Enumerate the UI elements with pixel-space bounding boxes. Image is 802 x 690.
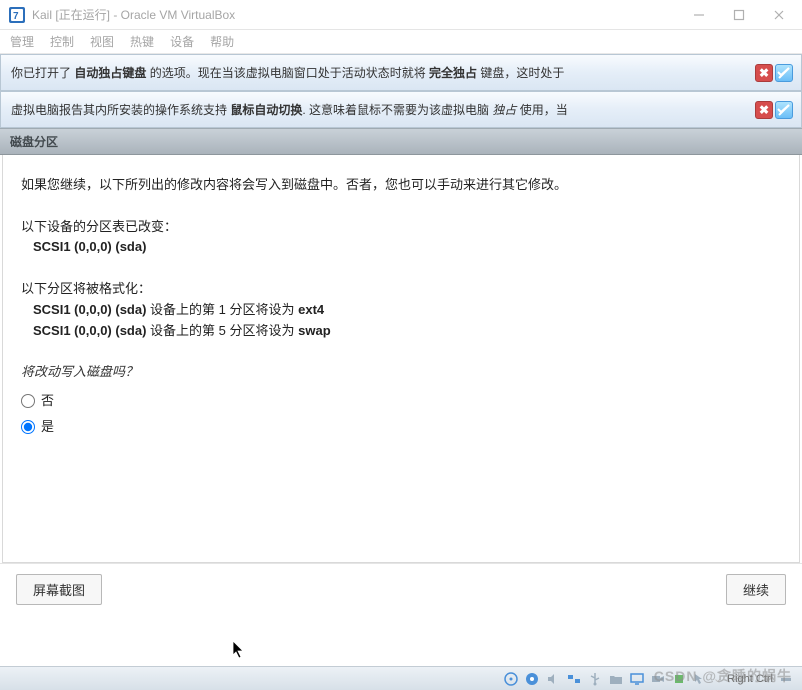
radio-no-label: 否: [41, 391, 54, 412]
optical-icon[interactable]: [524, 671, 540, 687]
menu-view[interactable]: 视图: [90, 33, 114, 50]
harddisk-icon[interactable]: [503, 671, 519, 687]
indicator-icon: [778, 671, 794, 687]
menubar: 管理 控制 视图 热键 设备 帮助: [0, 30, 802, 54]
menu-control[interactable]: 控制: [50, 33, 74, 50]
recording-icon[interactable]: [650, 671, 666, 687]
radio-group: 否 是: [21, 391, 781, 438]
usb-icon[interactable]: [587, 671, 603, 687]
menu-help[interactable]: 帮助: [210, 33, 234, 50]
host-key-label: Right Ctrl: [727, 673, 773, 685]
notice-suppress-icon[interactable]: [775, 64, 793, 82]
mouse-integration-icon[interactable]: [692, 671, 708, 687]
cursor-icon: [232, 640, 246, 663]
display-icon[interactable]: [629, 671, 645, 687]
close-button[interactable]: [770, 6, 788, 24]
menu-manage[interactable]: 管理: [10, 33, 34, 50]
radio-option-yes[interactable]: 是: [21, 417, 781, 438]
notice-suppress-icon[interactable]: [775, 101, 793, 119]
host-key-separator: ⌄: [713, 672, 722, 685]
installer-panel-header: 磁盘分区: [0, 128, 802, 155]
installer-content: 如果您继续，以下所列出的修改内容将会写入到磁盘中。否者，您也可以手动来进行其它修…: [2, 155, 800, 563]
notice-close-icon[interactable]: ✖: [755, 101, 773, 119]
partition-tables-heading: 以下设备的分区表已改变：: [21, 217, 781, 238]
shared-folders-icon[interactable]: [608, 671, 624, 687]
partition-tables-line: SCSI1 (0,0,0) (sda): [33, 237, 781, 258]
window-controls: [690, 6, 794, 24]
power-icon[interactable]: [671, 671, 687, 687]
screenshot-button[interactable]: 屏幕截图: [16, 574, 102, 605]
menu-hotkey[interactable]: 热键: [130, 33, 154, 50]
radio-option-no[interactable]: 否: [21, 391, 781, 412]
notice-text: 你已打开了 自动独占键盘 的选项。现在当该虚拟电脑窗口处于活动状态时就将 完全独…: [11, 66, 564, 80]
menu-devices[interactable]: 设备: [170, 33, 194, 50]
maximize-button[interactable]: [730, 6, 748, 24]
installer-buttons: 屏幕截图 继续: [0, 563, 802, 615]
notice-close-icon[interactable]: ✖: [755, 64, 773, 82]
intro-text: 如果您继续，以下所列出的修改内容将会写入到磁盘中。否者，您也可以手动来进行其它修…: [21, 175, 781, 196]
network-icon[interactable]: [566, 671, 582, 687]
virtualbox-icon: 7: [8, 6, 26, 24]
window-titlebar: 7 Kail [正在运行] - Oracle VM VirtualBox: [0, 0, 802, 30]
formatted-line-1: SCSI1 (0,0,0) (sda) 设备上的第 1 分区将设为 ext4: [33, 300, 781, 321]
radio-no-input[interactable]: [21, 394, 35, 408]
minimize-button[interactable]: [690, 6, 708, 24]
mouse-integration-notice: 虚拟电脑报告其内所安装的操作系统支持 鼠标自动切换. 这意味着鼠标不需要为该虚拟…: [0, 91, 802, 128]
radio-yes-label: 是: [41, 417, 54, 438]
audio-icon[interactable]: [545, 671, 561, 687]
statusbar: ⌄ Right Ctrl: [0, 666, 802, 690]
notice-text: 虚拟电脑报告其内所安装的操作系统支持 鼠标自动切换. 这意味着鼠标不需要为该虚拟…: [11, 103, 568, 117]
continue-button[interactable]: 继续: [726, 574, 786, 605]
formatted-heading: 以下分区将被格式化：: [21, 279, 781, 300]
keyboard-capture-notice: 你已打开了 自动独占键盘 的选项。现在当该虚拟电脑窗口处于活动状态时就将 完全独…: [0, 54, 802, 91]
confirm-question: 将改动写入磁盘吗？: [21, 362, 781, 383]
svg-text:7: 7: [13, 11, 19, 22]
radio-yes-input[interactable]: [21, 420, 35, 434]
formatted-line-2: SCSI1 (0,0,0) (sda) 设备上的第 5 分区将设为 swap: [33, 321, 781, 342]
window-title: Kail [正在运行] - Oracle VM VirtualBox: [32, 6, 235, 23]
